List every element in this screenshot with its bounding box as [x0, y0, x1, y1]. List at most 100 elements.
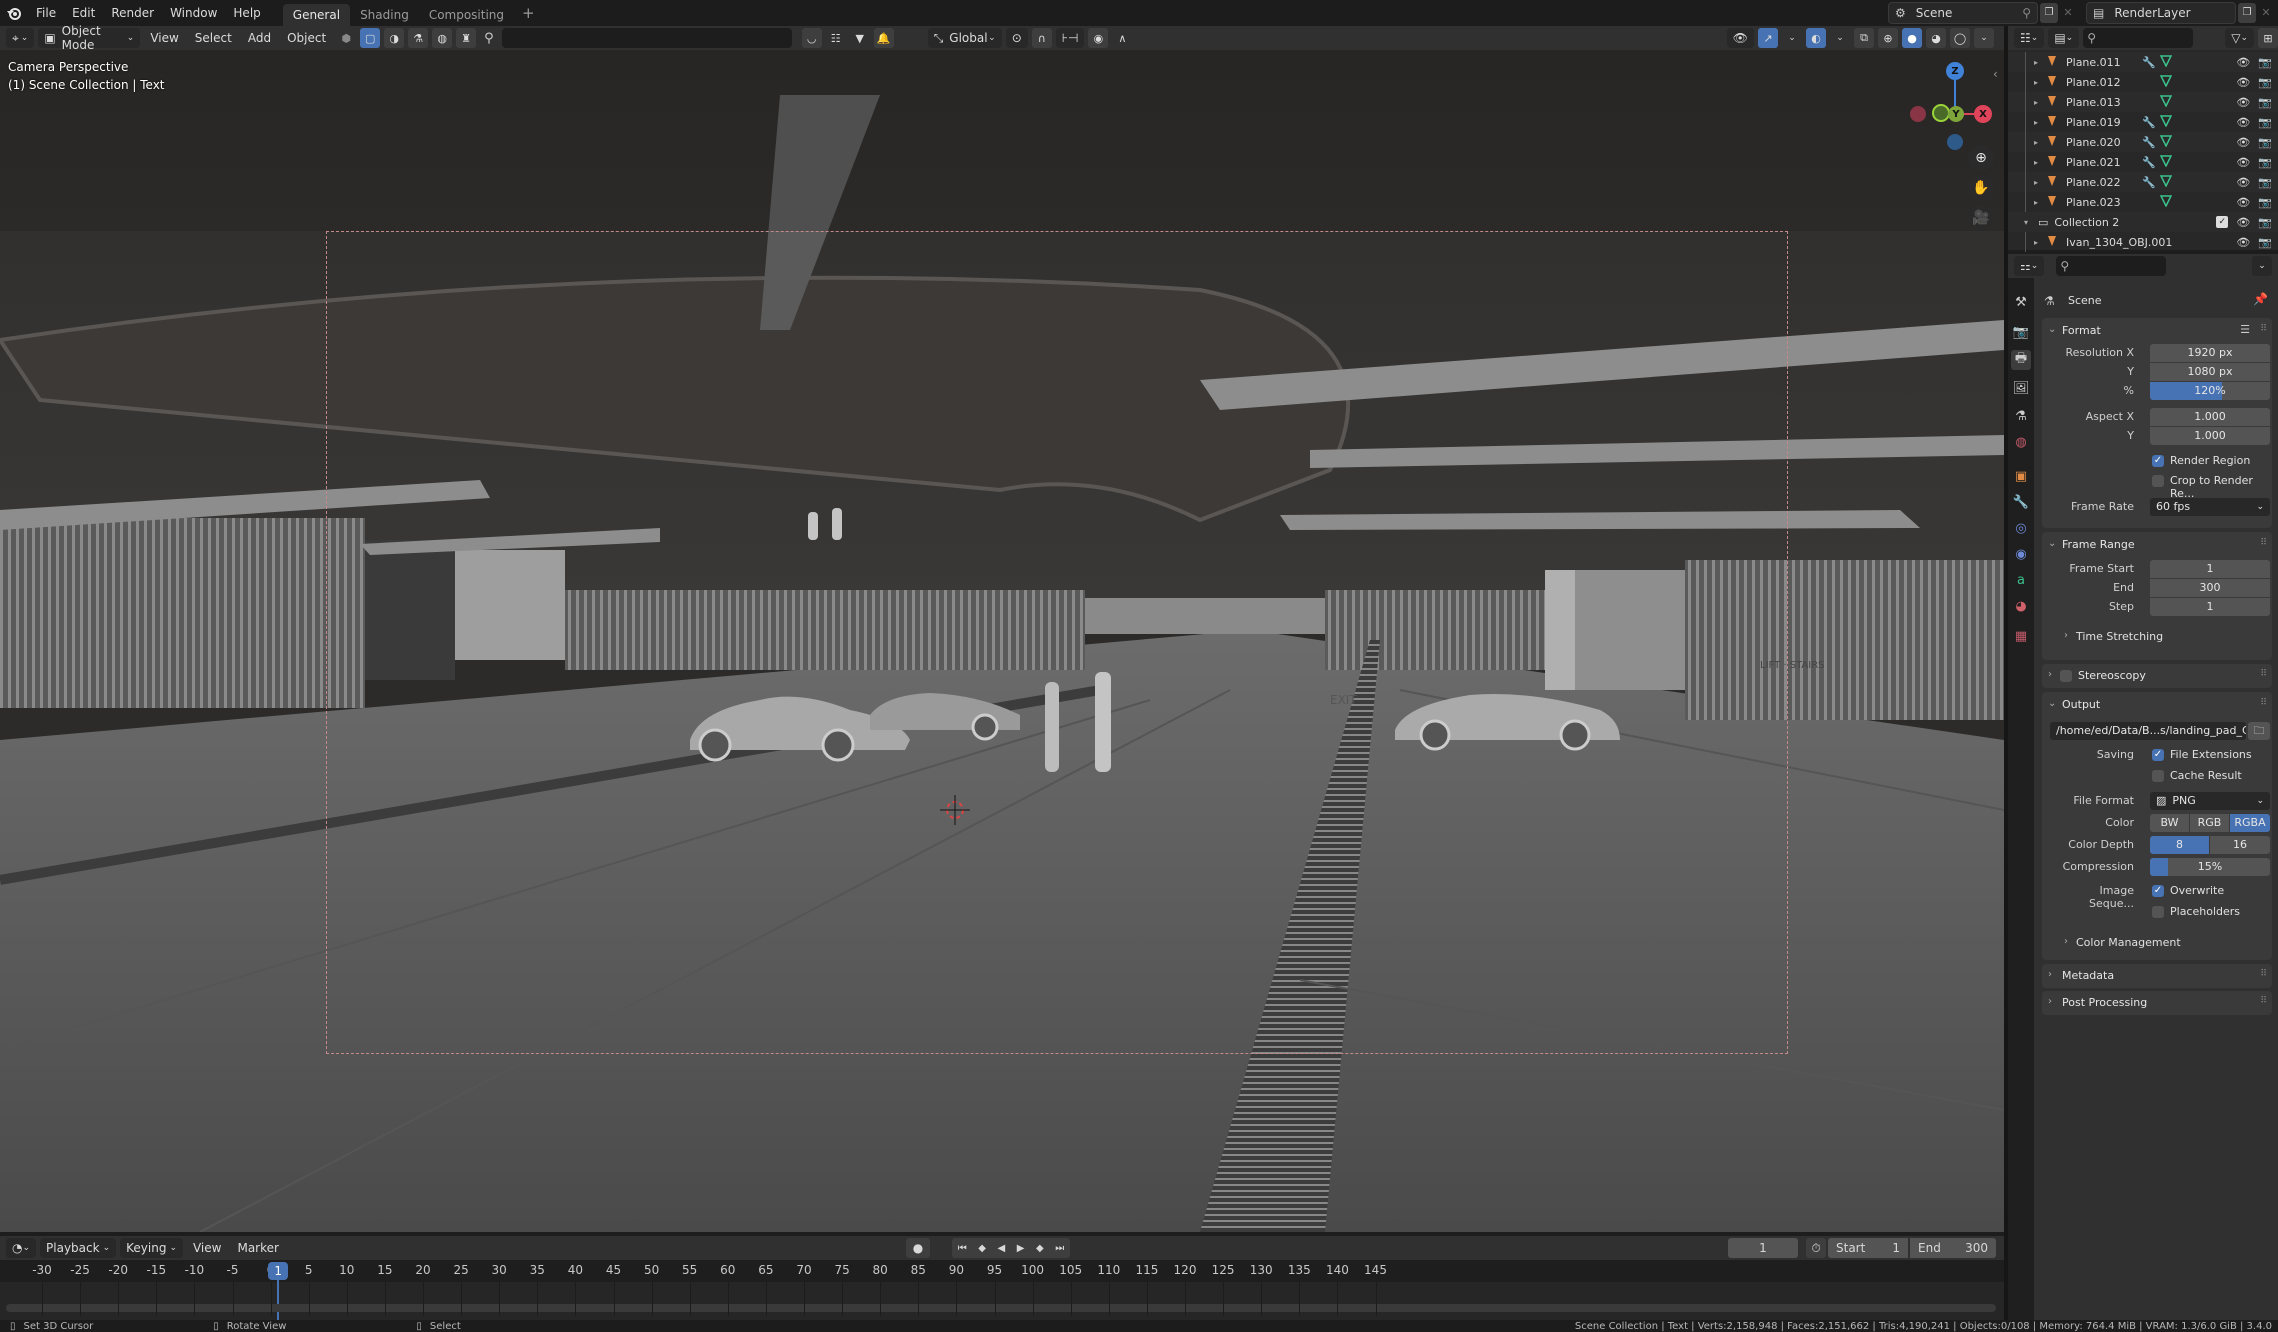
frame-rate-dropdown[interactable]: 60 fps ⌄ [2150, 498, 2270, 516]
use-preview-range-icon[interactable]: ⏱ [1806, 1238, 1826, 1258]
tab-object[interactable]: ▣ [2011, 466, 2031, 486]
timeline-scrollbar[interactable] [6, 1304, 1996, 1312]
outliner-filter-dropdown[interactable]: ▽ ⌄ [2225, 28, 2254, 48]
view-layer-selector[interactable]: ▤ RenderLayer [2086, 2, 2236, 24]
post-processing-panel[interactable]: › Post Processing ⠿ [2042, 991, 2272, 1015]
menu-view[interactable]: View [144, 31, 184, 45]
drag-handle-icon[interactable]: ⠿ [2260, 669, 2267, 679]
chevron-right-icon[interactable]: › [2048, 969, 2052, 980]
outliner-item[interactable]: ▸ Plane.019 🔧 👁 📷 [2008, 112, 2278, 132]
select-box-mode-icon[interactable]: ▢ [360, 28, 381, 48]
pivot-point-dropdown[interactable]: ⊙ [1005, 28, 1028, 48]
tab-object-data[interactable]: a [2011, 570, 2031, 590]
output-title[interactable]: Output [2062, 698, 2100, 711]
eye-icon[interactable]: 👁 [2236, 96, 2250, 109]
post-processing-title[interactable]: Post Processing [2062, 996, 2147, 1009]
camera-render-icon[interactable]: 📷 [2258, 156, 2272, 169]
menu-file[interactable]: File [28, 0, 64, 26]
shading-options-dropdown[interactable]: ⌄ [1974, 28, 1994, 48]
mesh-data-icon[interactable] [2159, 195, 2174, 209]
mesh-data-icon[interactable] [2159, 135, 2174, 149]
metadata-panel[interactable]: › Metadata ⠿ [2042, 964, 2272, 988]
solid-shading-icon[interactable]: ● [1902, 28, 1922, 48]
drag-handle-icon[interactable]: ⠿ [2260, 698, 2267, 708]
mesh-data-icon[interactable] [2159, 75, 2174, 89]
mesh-data-icon[interactable] [2159, 55, 2174, 69]
tab-material[interactable]: ◕ [2011, 596, 2031, 616]
camera-render-icon[interactable]: 📷 [2258, 136, 2272, 149]
resolution-x-field[interactable]: 1920 px [2150, 344, 2270, 362]
tab-tool[interactable]: ⚒ [2011, 292, 2031, 312]
tab-particles[interactable]: ◎ [2011, 518, 2031, 538]
playback-menu[interactable]: Playback ⌄ [40, 1238, 117, 1258]
camera-render-icon[interactable]: 📷 [2258, 116, 2272, 129]
play-icon[interactable]: ▶ [1017, 1243, 1025, 1254]
frame-start-field[interactable]: 1 [2150, 560, 2270, 578]
frame-ruler[interactable]: -30-25-20-15-10-505101520253035404550556… [0, 1260, 2004, 1282]
time-stretching-subpanel[interactable]: Time Stretching [2076, 630, 2163, 643]
next-keyframe-icon[interactable]: ◆ [1036, 1243, 1044, 1254]
sidebar-toggle-icon[interactable]: ‹ [1993, 67, 1998, 81]
zoom-view-button[interactable]: ⊕ [1968, 145, 1994, 171]
menu-select[interactable]: Select [189, 31, 238, 45]
workspace-tab-compositing[interactable]: Compositing [419, 4, 514, 26]
format-title[interactable]: Format [2062, 324, 2101, 337]
camera-render-icon[interactable]: 📷 [2258, 196, 2272, 209]
new-view-layer-button[interactable]: ❐ [2238, 3, 2256, 23]
camera-render-icon[interactable]: 📷 [2258, 76, 2272, 89]
snap-base-icon[interactable]: ◡ [801, 28, 822, 48]
properties-options-dropdown[interactable]: ⌄ [2252, 256, 2272, 276]
gizmo-z[interactable]: Z [1946, 62, 1964, 80]
outliner-item[interactable]: ▸ Plane.023 👁 📷 [2008, 192, 2278, 212]
play-reverse-icon[interactable]: ◀ [998, 1243, 1006, 1254]
timeline-marker-menu[interactable]: Marker [231, 1241, 284, 1255]
pan-view-button[interactable]: ✋ [1968, 175, 1994, 201]
transform-orientation-dropdown[interactable]: ⤡ Global ⌄ [927, 28, 1002, 48]
chevron-down-icon[interactable]: ⌄ [2048, 698, 2056, 709]
tab-scene[interactable]: ⚗ [2011, 406, 2031, 426]
start-frame-field[interactable]: Start 1 [1828, 1238, 1908, 1258]
modifier-wrench-icon[interactable]: 🔧 [2142, 116, 2156, 129]
timeline-area[interactable]: -30-25-20-15-10-505101520253035404550556… [0, 1260, 2004, 1332]
expand-arrow-icon[interactable]: ▸ [2030, 158, 2042, 167]
timeline-view-menu[interactable]: View [187, 1241, 227, 1255]
expand-arrow-icon[interactable]: ▸ [2030, 78, 2042, 87]
blender-logo-icon[interactable] [0, 0, 28, 26]
outliner-item[interactable]: ▸ Plane.011 🔧 👁 📷 [2008, 52, 2278, 72]
outliner-item[interactable]: ▸ Plane.020 🔧 👁 📷 [2008, 132, 2278, 152]
expand-arrow-icon[interactable]: ▸ [2030, 98, 2042, 107]
pin-icon[interactable]: ⚲ [2022, 6, 2037, 20]
snap-target-dropdown[interactable]: ⊦⊣ [1055, 28, 1085, 48]
camera-render-icon[interactable]: 📷 [2258, 176, 2272, 189]
workspace-tab-shading[interactable]: Shading [350, 4, 419, 26]
expand-arrow-icon[interactable]: ▸ [2030, 178, 2042, 187]
mesh-data-icon[interactable] [2159, 175, 2174, 189]
xray-toggle-icon[interactable]: ⧉ [1854, 28, 1874, 48]
gizmo-toggle-icon[interactable]: ↗ [1758, 28, 1778, 48]
metadata-title[interactable]: Metadata [2062, 969, 2114, 982]
camera-render-icon[interactable]: 📷 [2258, 216, 2272, 229]
chevron-down-icon[interactable]: ⌄ [2048, 538, 2056, 549]
3d-viewport[interactable]: EXIT LIFT · STAIRS Camera Perspective (1… [0, 50, 2004, 1232]
navigation-gizmo[interactable]: Y X Z [1910, 62, 1992, 152]
color-option-rgb[interactable]: RGB [2190, 814, 2229, 832]
pin-icon[interactable]: 📌 [2253, 292, 2268, 306]
keying-menu[interactable]: Keying ⌄ [120, 1238, 183, 1258]
stereoscopy-title[interactable]: Stereoscopy [2078, 669, 2146, 682]
search-input[interactable] [501, 28, 792, 48]
expand-arrow-icon[interactable]: ▸ [2030, 118, 2042, 127]
presets-icon[interactable]: ☰ [2240, 323, 2250, 336]
world-icon[interactable]: ◍ [432, 28, 453, 48]
folder-browse-button[interactable]: 🗀 [2248, 722, 2270, 740]
selectability-visibility-dropdown[interactable]: 👁 [1726, 28, 1754, 48]
drag-handle-icon[interactable]: ⠿ [2260, 996, 2267, 1006]
aspect-x-field[interactable]: 1.000 [2150, 408, 2270, 426]
mesh-data-icon[interactable] [2159, 95, 2174, 109]
tab-render[interactable]: 📷 [2011, 322, 2031, 342]
outliner-item[interactable]: ▸ Ivan_1304_OBJ.001 👁 📷 [2008, 232, 2278, 252]
outliner-collection[interactable]: ▾ ▭ Collection 2 ✓ 👁 📷 [2008, 212, 2278, 232]
menu-help[interactable]: Help [225, 0, 268, 26]
color-option-rgba[interactable]: RGBA [2230, 814, 2270, 832]
workspace-tab-general[interactable]: General [282, 4, 351, 26]
aspect-y-field[interactable]: 1.000 [2150, 427, 2270, 445]
